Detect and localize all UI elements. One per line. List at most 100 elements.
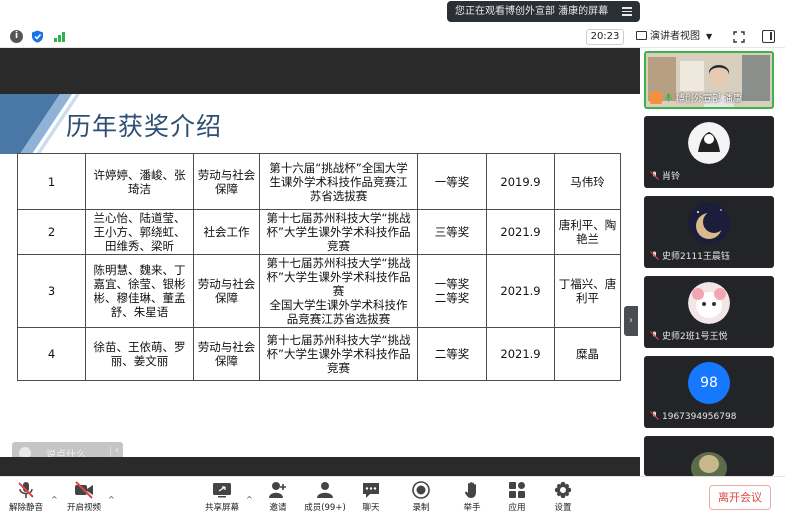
- invite-button[interactable]: 邀请: [262, 481, 294, 513]
- host-icon: [650, 92, 662, 104]
- award-level-cell: 三等奖: [417, 209, 487, 255]
- avatar: [688, 122, 730, 164]
- team-members-cell: 徐苗、王依萌、罗 丽、姜文丽: [85, 327, 194, 381]
- awards-table: 1 许婷婷、潘峻、张 琦洁 劳动与社会 保障 第十六届“挑战杯”全国大学 生课外学术科技作品…: [17, 153, 621, 381]
- award-year-cell: 2019.9: [486, 153, 555, 210]
- table-row: 3 陈明慧、魏来、丁 嘉宜、徐莹、银彬 彬、穆佳琳、董孟 舒、朱星语 劳动与社会 保障 第十七…: [17, 254, 621, 328]
- chat-placeholder: 说点什么...: [46, 450, 96, 457]
- info-icon[interactable]: i: [10, 30, 23, 43]
- participant-name: 肖铃: [650, 169, 680, 182]
- team-members-cell: 兰心怡、陆道莹、 王小方、郭绕虹、 田维秀、梁昕: [85, 209, 194, 255]
- advisor-cell: 马伟玲: [554, 153, 621, 210]
- team-members-cell: 陈明慧、魏来、丁 嘉宜、徐莹、银彬 彬、穆佳琳、董孟 舒、朱星语: [85, 254, 194, 328]
- collapse-video-panel-button[interactable]: ›: [624, 306, 638, 336]
- avatar: [688, 282, 730, 324]
- menu-icon[interactable]: [622, 7, 632, 16]
- contest-name-cell: 第十六届“挑战杯”全国大学 生课外学术科技作品竞赛江 苏省选拔赛: [259, 153, 418, 210]
- advisor-cell: 丁福兴、唐 利平: [554, 254, 621, 328]
- apps-button[interactable]: 应用: [505, 481, 529, 513]
- meeting-toolbar: 解除静音 ^ 开启视频 ^ 共享屏幕 ^ 邀请 成员(99+) 聊天 录制 举手…: [0, 476, 785, 517]
- row-number-cell: 3: [17, 254, 86, 328]
- meeting-time: 20:23: [586, 29, 624, 45]
- category-cell: 劳动与社会 保障: [193, 327, 260, 381]
- microphone-muted-icon: [18, 482, 34, 498]
- avatar: [691, 452, 727, 476]
- record-button[interactable]: 录制: [408, 481, 434, 513]
- camera-off-icon: [75, 481, 93, 499]
- fullscreen-icon[interactable]: [733, 31, 745, 43]
- participant-video-panel: 博创外宣部 潘康 肖铃 史师2111王晨钰 史师2班1号王悦 98 196739…: [640, 48, 785, 476]
- chevron-down-icon: ▼: [706, 32, 713, 41]
- presenter-view-dropdown[interactable]: 演讲者视图 ▼: [636, 29, 724, 45]
- participant-name: 1967394956798: [650, 411, 736, 422]
- start-video-button[interactable]: 开启视频: [64, 481, 104, 513]
- slide-title: 历年获奖介绍: [66, 112, 223, 141]
- screen-share-banner[interactable]: 您正在观看博创外宣部 潘康的屏幕: [447, 1, 640, 22]
- award-level-cell: 一等奖 二等奖: [417, 254, 487, 328]
- participant-tile[interactable]: [644, 436, 774, 476]
- microphone-muted-icon: [650, 411, 659, 420]
- presentation-slide: 历年获奖介绍 1 许婷婷、潘峻、张 琦洁 劳动与社会 保障 第十六届“挑战杯”全国大学 生课…: [0, 94, 640, 457]
- participant-name: 史师2班1号王悦: [650, 329, 727, 342]
- quick-chat-input[interactable]: 说点什么... ‹: [12, 442, 123, 457]
- microphone-muted-icon: [650, 331, 659, 340]
- category-cell: 社会工作: [193, 209, 260, 255]
- microphone-muted-icon: [650, 251, 659, 260]
- settings-button[interactable]: 设置: [551, 481, 575, 513]
- table-row: 2 兰心怡、陆道莹、 王小方、郭绕虹、 田维秀、梁昕 社会工作 第十七届苏州科技大学“挑战…: [17, 209, 621, 255]
- members-icon: [317, 482, 333, 498]
- award-year-cell: 2021.9: [486, 327, 555, 381]
- add-user-icon: [269, 482, 286, 498]
- shared-screen: 历年获奖介绍 1 许婷婷、潘峻、张 琦洁 劳动与社会 保障 第十六届“挑战杯”全国大学 生课…: [0, 48, 640, 476]
- side-panel-toggle-icon[interactable]: [762, 30, 775, 43]
- participant-name: 史师2111王晨钰: [650, 249, 730, 262]
- presenter-view-icon: [636, 31, 647, 40]
- row-number-cell: 2: [17, 209, 86, 255]
- participant-tile[interactable]: 史师2111王晨钰: [644, 196, 774, 268]
- apps-icon: [509, 482, 525, 498]
- advisor-cell: 糜晶: [554, 327, 621, 381]
- meeting-status-bar: i 20:23 演讲者视图 ▼: [0, 26, 785, 48]
- participant-tile[interactable]: 肖铃: [644, 116, 774, 188]
- table-row: 4 徐苗、王依萌、罗 丽、姜文丽 劳动与社会 保障 第十七届苏州科技大学“挑战 杯”大学生课…: [17, 327, 621, 381]
- contest-name-cell: 第十七届苏州科技大学“挑战 杯”大学生课外学术科技作品 竞赛: [259, 209, 418, 255]
- top-banner: 您正在观看博创外宣部 潘康的屏幕: [0, 0, 785, 26]
- table-row: 1 许婷婷、潘峻、张 琦洁 劳动与社会 保障 第十六届“挑战杯”全国大学 生课外学术科技作品…: [17, 153, 621, 210]
- award-level-cell: 一等奖: [417, 153, 487, 210]
- emoji-icon[interactable]: [19, 447, 31, 457]
- award-level-cell: 二等奖: [417, 327, 487, 381]
- participant-name: 博创外宣部 潘康: [650, 91, 742, 104]
- chevron-up-icon[interactable]: ^: [108, 495, 115, 504]
- record-icon: [412, 481, 430, 499]
- participant-tile[interactable]: 史师2班1号王悦: [644, 276, 774, 348]
- presenter-view-label: 演讲者视图: [650, 31, 700, 42]
- award-year-cell: 2021.9: [486, 209, 555, 255]
- raise-hand-button[interactable]: 举手: [460, 481, 484, 513]
- participant-tile[interactable]: 98 1967394956798: [644, 356, 774, 428]
- microphone-icon: [665, 93, 672, 102]
- microphone-muted-icon: [650, 171, 659, 180]
- leave-meeting-button[interactable]: 离开会议: [709, 485, 771, 510]
- chevron-left-icon[interactable]: ‹: [115, 445, 119, 456]
- row-number-cell: 1: [17, 153, 86, 210]
- avatar: [688, 202, 730, 244]
- advisor-cell: 唐利平、陶 艳兰: [554, 209, 621, 255]
- shield-icon[interactable]: [31, 30, 44, 43]
- share-screen-button[interactable]: 共享屏幕: [202, 481, 242, 513]
- category-cell: 劳动与社会 保障: [193, 153, 260, 210]
- participant-tile[interactable]: 博创外宣部 潘康: [644, 51, 774, 109]
- share-screen-icon: [213, 483, 231, 498]
- gear-icon: [554, 481, 572, 499]
- members-button[interactable]: 成员(99+): [303, 481, 347, 513]
- network-signal-icon[interactable]: [53, 30, 66, 43]
- contest-name-cell: 第十七届苏州科技大学“挑战 杯”大学生课外学术科技作品赛全国大学生课外学术科技作品…: [259, 254, 418, 328]
- chat-button[interactable]: 聊天: [358, 481, 384, 513]
- contest-name-cell: 第十七届苏州科技大学“挑战 杯”大学生课外学术科技作品 竞赛: [259, 327, 418, 381]
- row-number-cell: 4: [17, 327, 86, 381]
- category-cell: 劳动与社会 保障: [193, 254, 260, 328]
- chevron-up-icon[interactable]: ^: [246, 495, 253, 504]
- raise-hand-icon: [464, 482, 476, 498]
- unmute-button[interactable]: 解除静音: [8, 481, 44, 513]
- chevron-up-icon[interactable]: ^: [51, 495, 58, 504]
- avatar: 98: [688, 362, 730, 404]
